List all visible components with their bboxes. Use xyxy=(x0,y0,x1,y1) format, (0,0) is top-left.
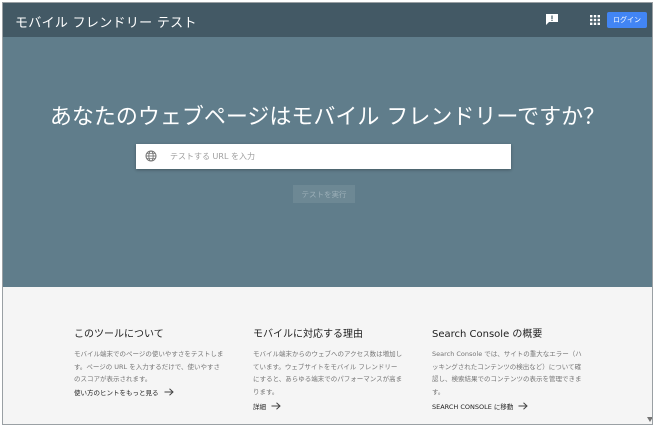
url-search-box xyxy=(136,144,511,169)
top-app-bar: モバイル フレンドリー テスト ログイン xyxy=(3,3,652,37)
hero-section: あなたのウェブページはモバイル フレンドリーですか？ テストを実行 xyxy=(3,37,652,287)
browser-frame: モバイル フレンドリー テスト ログイン あなたのウェブページはモバイル フレン… xyxy=(2,2,653,425)
feedback-icon[interactable] xyxy=(546,14,558,25)
details-link[interactable]: 詳細 xyxy=(253,401,403,411)
more-tips-link[interactable]: 使い方のヒントをもっと見る xyxy=(74,387,224,397)
link-label: 詳細 xyxy=(253,403,266,411)
apps-grid-icon[interactable] xyxy=(590,15,600,25)
arrow-right-icon xyxy=(271,402,281,410)
link-label: 使い方のヒントをもっと見る xyxy=(74,389,159,397)
column-title: モバイルに対応する理由 xyxy=(253,329,363,340)
hero-headline: あなたのウェブページはモバイル フレンドリーですか？ xyxy=(49,105,606,130)
login-button[interactable]: ログイン xyxy=(607,12,647,28)
about-tool-column: このツールについて モバイル端末でのページの使いやすさをテストします。ページの … xyxy=(74,325,224,397)
arrow-right-icon xyxy=(518,402,529,410)
info-section: このツールについて モバイル端末でのページの使いやすさをテストします。ページの … xyxy=(3,287,652,424)
url-input[interactable] xyxy=(170,148,500,165)
why-mobile-column: モバイルに対応する理由 モバイル端末からのウェブへのアクセス数は増加しています。… xyxy=(253,325,403,411)
column-title: Search Console の概要 xyxy=(432,329,543,340)
globe-icon xyxy=(145,150,157,162)
scroll-down-arrow-icon[interactable] xyxy=(647,417,653,422)
run-test-button[interactable]: テストを実行 xyxy=(293,185,355,203)
search-console-column: Search Console の概要 Search Console では、サイト… xyxy=(432,325,582,411)
app-title: モバイル フレンドリー テスト xyxy=(15,16,197,31)
search-console-link[interactable]: SEARCH CONSOLE に移動 xyxy=(432,401,582,411)
arrow-right-icon xyxy=(164,388,174,396)
link-label: SEARCH CONSOLE に移動 xyxy=(432,403,514,411)
column-title: このツールについて xyxy=(74,329,164,340)
column-body: モバイル端末からのウェブへのアクセス数は増加しています。ウェブサイトをモバイル … xyxy=(253,350,403,396)
column-body: Search Console では、サイトの重大なエラー（ハッキングされたコンテ… xyxy=(432,350,582,396)
